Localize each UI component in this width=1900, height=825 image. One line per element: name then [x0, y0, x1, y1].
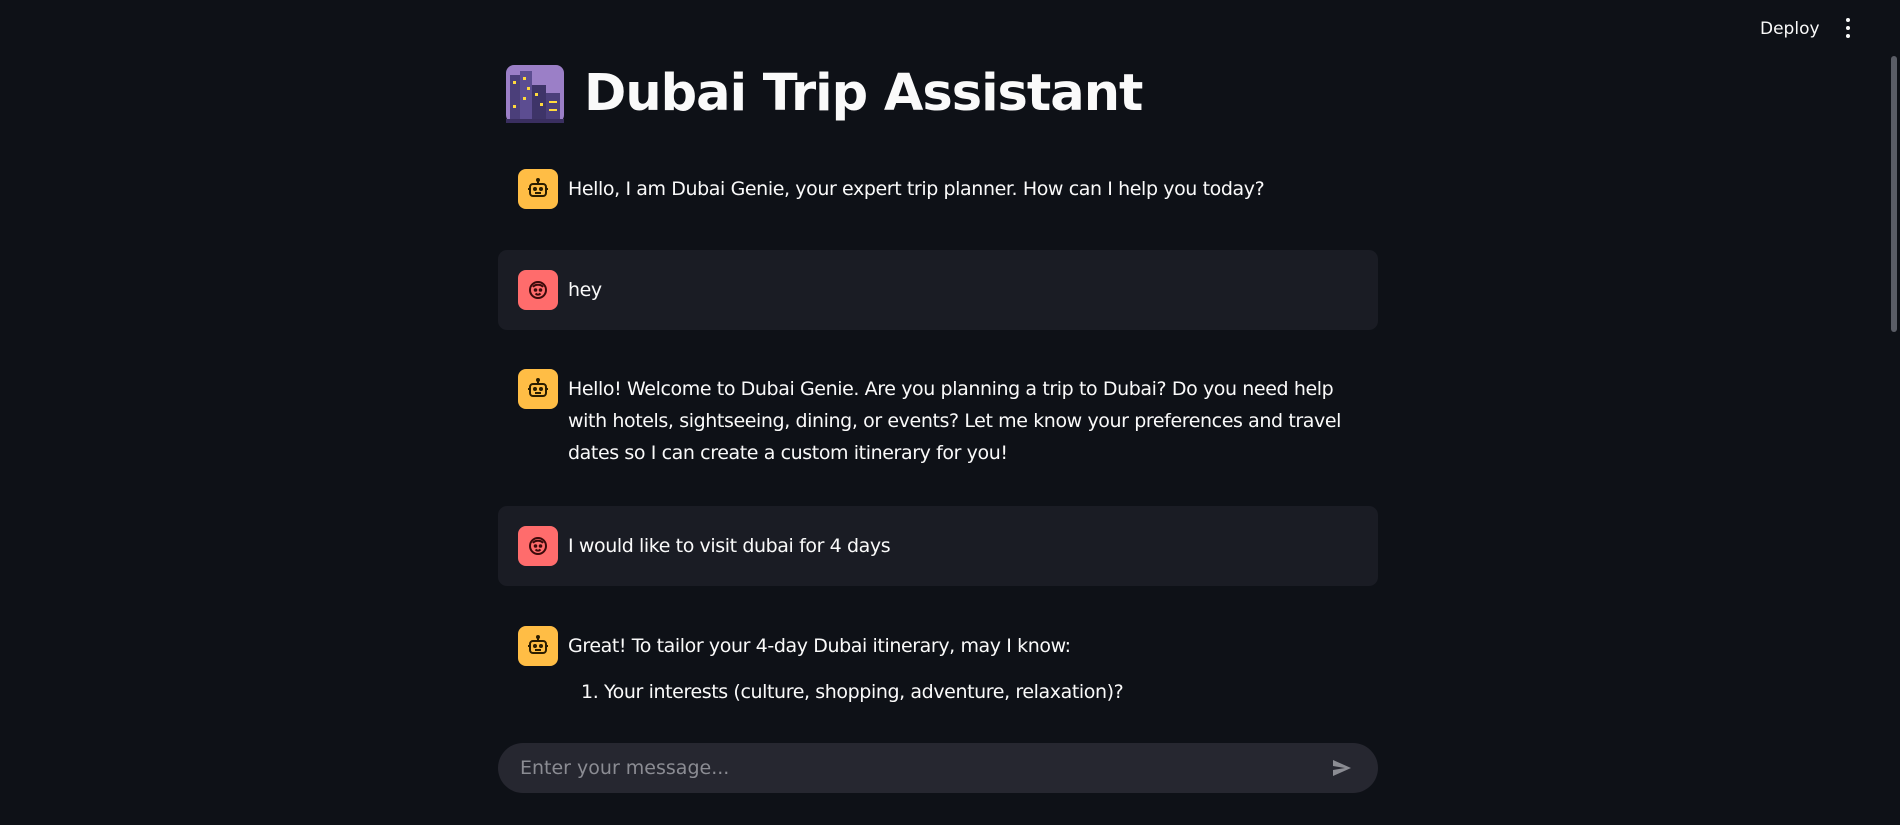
message-list: Your interests (culture, shopping, adven…: [568, 676, 1124, 708]
user-message: hey: [498, 250, 1378, 330]
chat-area: Dubai Trip Assistant Hello, I am Dubai G…: [0, 0, 1900, 722]
assistant-message: Great! To tailor your 4-day Dubai itiner…: [498, 626, 1378, 708]
robot-face-icon: [518, 369, 558, 409]
scrollbar[interactable]: [1888, 0, 1900, 825]
message-text: Hello, I am Dubai Genie, your expert tri…: [568, 178, 1265, 200]
scrollbar-thumb[interactable]: [1891, 56, 1897, 332]
list-item: Your interests (culture, shopping, adven…: [604, 676, 1124, 708]
message-text: hey: [568, 279, 602, 301]
robot-face-icon: [518, 626, 558, 666]
cityscape-at-dusk-emoji: [506, 64, 564, 123]
message-text: Hello! Welcome to Dubai Genie. Are you p…: [568, 378, 1342, 464]
page-title: Dubai Trip Assistant: [584, 64, 1143, 123]
page-header: Dubai Trip Assistant: [506, 64, 1143, 123]
smiling-face-icon: [518, 270, 558, 310]
smiling-face-icon: [518, 526, 558, 566]
chat-input[interactable]: [518, 756, 1326, 780]
user-message: I would like to visit dubai for 4 days: [498, 506, 1378, 586]
robot-face-icon: [518, 169, 558, 209]
app-root: Deploy Dubai Trip Assistant Hello, I am …: [0, 0, 1900, 825]
assistant-message: Hello! Welcome to Dubai Genie. Are you p…: [498, 369, 1378, 469]
chat-input-container: [498, 743, 1378, 793]
assistant-message: Hello, I am Dubai Genie, your expert tri…: [498, 169, 1378, 209]
message-text: Great! To tailor your 4-day Dubai itiner…: [568, 626, 1124, 708]
send-arrow-icon[interactable]: [1326, 752, 1358, 784]
message-text: I would like to visit dubai for 4 days: [568, 535, 891, 557]
